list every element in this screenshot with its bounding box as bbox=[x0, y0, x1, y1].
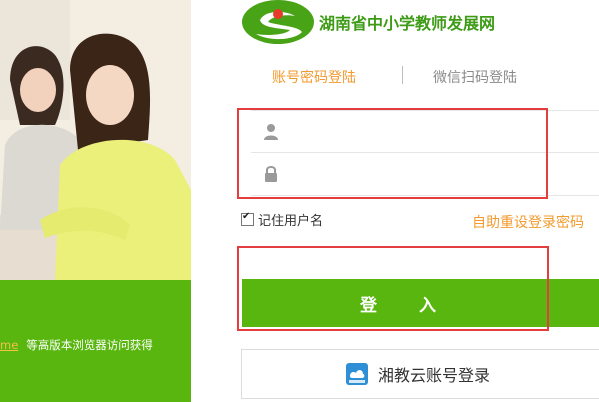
hero-photo bbox=[0, 0, 191, 280]
xiangjiaoyun-logo-icon bbox=[346, 363, 368, 385]
browser-hint: me 等高版本浏览器访问获得 bbox=[0, 337, 191, 353]
xiangjiaoyun-login-button[interactable]: 湘教云账号登录 bbox=[241, 349, 599, 399]
login-highlight-box bbox=[237, 246, 549, 331]
teachers-illustration bbox=[0, 0, 191, 280]
remember-username[interactable]: 记住用户名 bbox=[241, 210, 323, 229]
remember-label: 记住用户名 bbox=[258, 214, 324, 229]
browser-link[interactable]: me bbox=[0, 338, 18, 352]
site-title: 湖南省中小学教师发展网 bbox=[319, 14, 496, 33]
tab-wechat-login[interactable]: 微信扫码登陆 bbox=[433, 67, 517, 87]
site-logo-icon bbox=[240, 0, 315, 48]
remember-checkbox[interactable] bbox=[241, 211, 254, 226]
tab-password-login[interactable]: 账号密码登陆 bbox=[272, 67, 356, 87]
xiangjiaoyun-login-label: 湘教云账号登录 bbox=[378, 366, 491, 385]
tab-divider bbox=[402, 66, 403, 84]
fields-highlight-box bbox=[237, 108, 548, 199]
reset-password-link[interactable]: 自助重设登录密码 bbox=[472, 212, 584, 232]
browser-note-text: 等高版本浏览器访问获得 bbox=[26, 338, 153, 352]
